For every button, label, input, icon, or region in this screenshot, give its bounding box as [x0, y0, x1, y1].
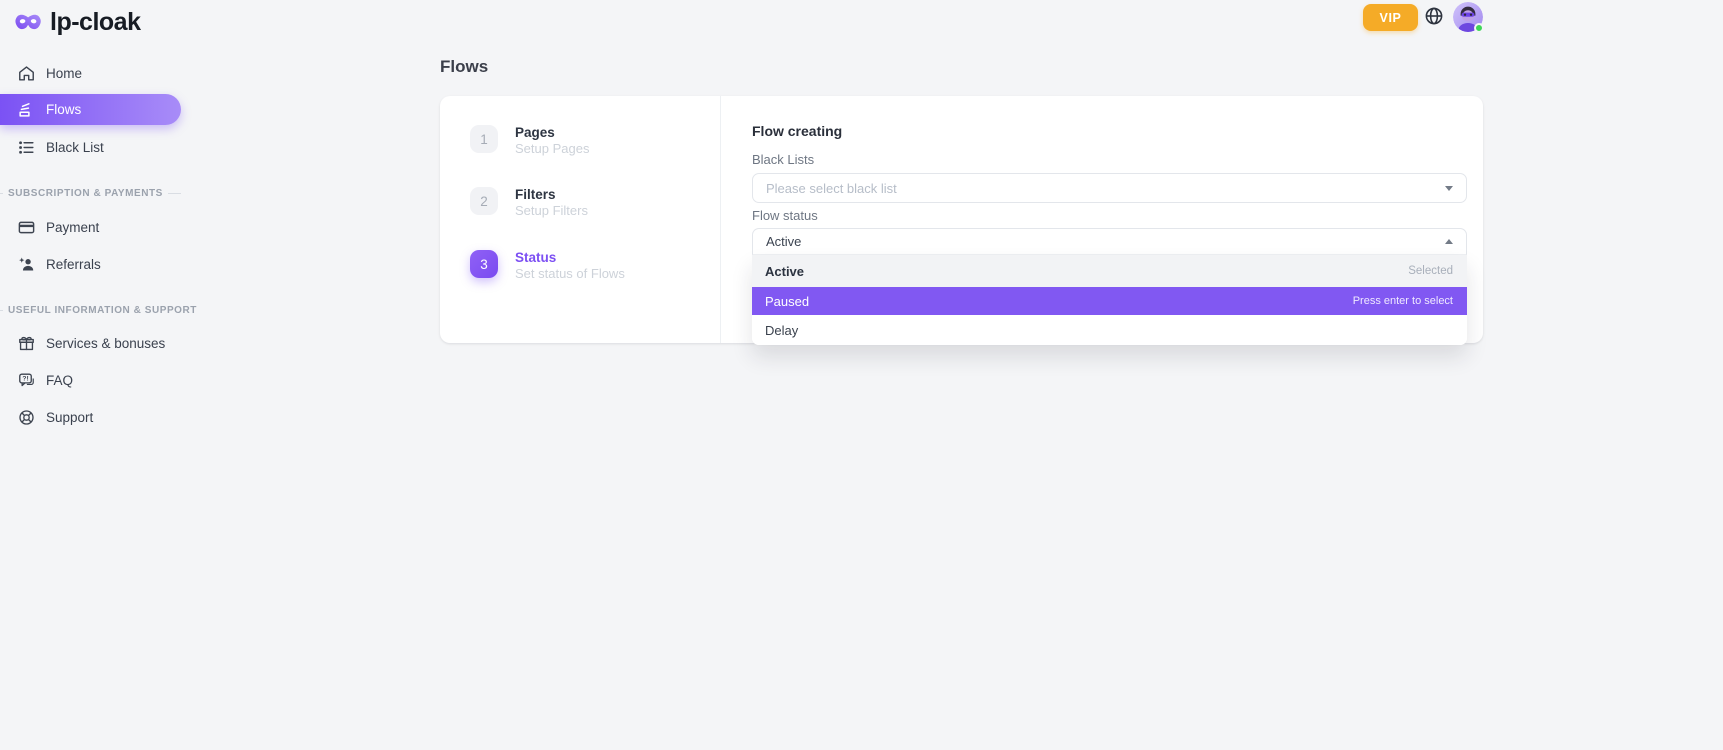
wizard-steps: 1 Pages Setup Pages 2 Filters Setup Filt… [440, 96, 721, 343]
flow-status-label: Flow status [752, 208, 818, 223]
flow-status-select[interactable]: Active [752, 228, 1467, 255]
list-icon [17, 138, 36, 157]
faq-bubble-icon: ?! [17, 371, 36, 390]
step-number: 2 [470, 187, 498, 215]
sidebar-item-label: Payment [46, 220, 99, 235]
sidebar-item-home[interactable]: Home [0, 59, 181, 87]
sidebar-item-label: Home [46, 66, 82, 81]
sidebar-item-payment[interactable]: Payment [0, 213, 181, 241]
home-icon [17, 64, 36, 83]
brand[interactable]: lp-cloak [15, 8, 140, 37]
page-title: Flows [440, 57, 488, 77]
sidebar-item-faq[interactable]: ?! FAQ [0, 366, 181, 394]
gift-icon [17, 334, 36, 353]
step-title: Filters [515, 187, 588, 202]
step-pages[interactable]: 1 Pages Setup Pages [470, 125, 589, 156]
flows-stack-icon [17, 100, 36, 119]
flow-wizard-card: 1 Pages Setup Pages 2 Filters Setup Filt… [440, 96, 1483, 343]
svg-text:?!: ?! [22, 375, 28, 382]
app-root: lp-cloak VIP [0, 0, 1723, 750]
step-subtitle: Setup Filters [515, 203, 588, 218]
language-globe-icon[interactable] [1424, 6, 1444, 26]
sidebar-item-label: FAQ [46, 373, 73, 388]
lifebuoy-icon [17, 408, 36, 427]
credit-card-icon [17, 218, 36, 237]
vip-button[interactable]: VIP [1363, 4, 1418, 31]
selected-badge: Selected [1408, 265, 1453, 277]
sidebar-item-referrals[interactable]: Referrals [0, 250, 181, 278]
form-title: Flow creating [752, 123, 842, 139]
user-avatar[interactable] [1453, 2, 1483, 32]
sidebar-item-label: Support [46, 410, 93, 425]
referral-user-icon [17, 255, 36, 274]
chevron-up-icon [1445, 239, 1453, 244]
step-number: 1 [470, 125, 498, 153]
option-active[interactable]: Active Selected [752, 255, 1467, 287]
press-enter-hint: Press enter to select [1353, 295, 1453, 307]
sidebar-section-subscription-payments: SUBSCRIPTION & PAYMENTS [0, 188, 181, 199]
sidebar-section-useful-information: USEFUL INFORMATION & SUPPORT [0, 305, 181, 316]
sidebar-item-label: Black List [46, 140, 104, 155]
flow-status-value: Active [766, 234, 801, 249]
sidebar: Home Flows Black List [0, 48, 181, 748]
flow-status-dropdown: Active Selected Paused Press enter to se… [752, 255, 1467, 345]
black-lists-label: Black Lists [752, 152, 814, 167]
step-title: Status [515, 250, 625, 265]
black-lists-select[interactable]: Please select black list [752, 173, 1467, 203]
sidebar-item-label: Flows [46, 102, 81, 117]
step-number: 3 [470, 250, 498, 278]
sidebar-item-flows[interactable]: Flows [0, 94, 181, 125]
sidebar-item-support[interactable]: Support [0, 403, 181, 431]
sidebar-item-label: Referrals [46, 257, 101, 272]
black-lists-placeholder: Please select black list [766, 181, 897, 196]
sidebar-item-label: Services & bonuses [46, 336, 165, 351]
online-status-dot [1474, 23, 1484, 33]
option-delay[interactable]: Delay [752, 315, 1467, 345]
step-title: Pages [515, 125, 589, 140]
brand-name: lp-cloak [50, 8, 140, 37]
option-paused[interactable]: Paused Press enter to select [752, 287, 1467, 315]
step-subtitle: Set status of Flows [515, 266, 625, 281]
step-status[interactable]: 3 Status Set status of Flows [470, 250, 625, 281]
sidebar-item-black-list[interactable]: Black List [0, 133, 181, 161]
brand-mask-icon [15, 12, 42, 33]
sidebar-item-services-bonuses[interactable]: Services & bonuses [0, 329, 181, 357]
step-subtitle: Setup Pages [515, 141, 589, 156]
chevron-down-icon [1445, 186, 1453, 191]
step-filters[interactable]: 2 Filters Setup Filters [470, 187, 588, 218]
